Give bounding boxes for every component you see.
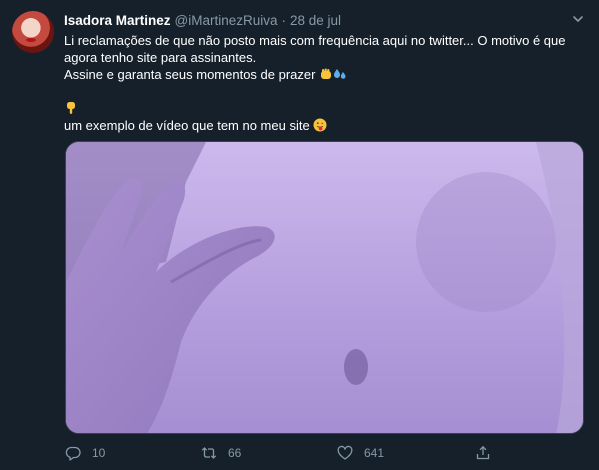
share-icon bbox=[476, 445, 490, 460]
separator: · bbox=[281, 12, 287, 28]
text-line: um exemplo de vídeo que tem no meu site bbox=[64, 117, 584, 134]
video-thumbnail[interactable] bbox=[65, 141, 584, 434]
like-button[interactable]: 641 bbox=[337, 442, 384, 464]
raised-fist-emoji bbox=[321, 68, 332, 79]
avatar[interactable] bbox=[12, 11, 54, 53]
text-line: Assine e garanta seus momentos de prazer bbox=[64, 66, 584, 83]
text-line bbox=[64, 100, 584, 117]
tweet-text: Li reclamações de que não posto mais com… bbox=[64, 32, 584, 134]
video-frame-image bbox=[66, 142, 583, 433]
tongue-out-emoji bbox=[313, 118, 327, 132]
tweet-actions: 10 66 641 bbox=[65, 442, 585, 464]
pointing-down-emoji bbox=[67, 102, 75, 114]
tweet[interactable]: Isadora Martinez @iMartinezRuiva · 28 de… bbox=[0, 0, 599, 470]
author-name[interactable]: Isadora Martinez bbox=[64, 13, 171, 28]
tweet-date[interactable]: 28 de jul bbox=[290, 13, 341, 28]
retweet-count: 66 bbox=[228, 446, 242, 460]
retweet-button[interactable]: 66 bbox=[201, 442, 241, 464]
heart-icon bbox=[337, 445, 353, 460]
reply-count: 10 bbox=[92, 446, 106, 460]
reply-icon bbox=[65, 446, 81, 461]
tweet-header: Isadora Martinez @iMartinezRuiva · 28 de… bbox=[64, 11, 341, 29]
reply-button[interactable]: 10 bbox=[65, 442, 105, 464]
text-line: Li reclamações de que não posto mais com… bbox=[64, 33, 566, 65]
author-handle[interactable]: @iMartinezRuiva bbox=[175, 13, 278, 28]
chevron-down-icon[interactable] bbox=[572, 13, 584, 25]
like-count: 641 bbox=[364, 446, 385, 460]
sweat-droplets-emoji bbox=[334, 69, 346, 79]
retweet-icon bbox=[201, 447, 217, 459]
share-button[interactable] bbox=[475, 442, 491, 464]
